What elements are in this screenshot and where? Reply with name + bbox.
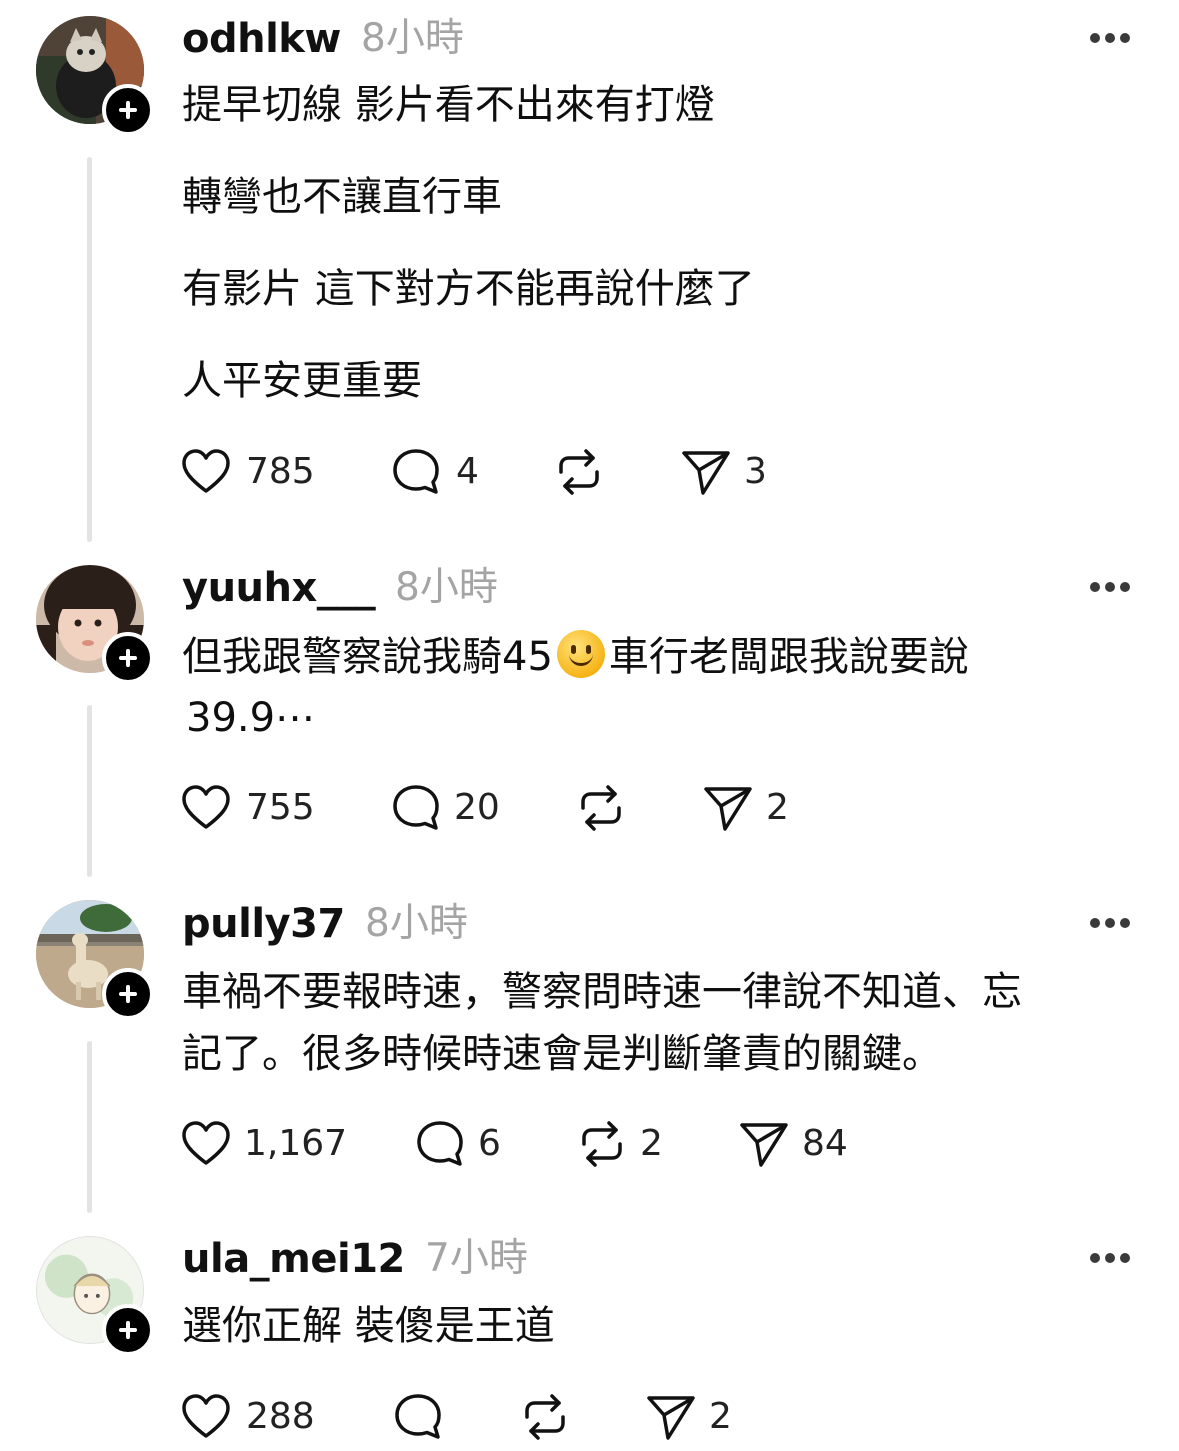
- more-options-icon[interactable]: [1090, 33, 1130, 43]
- username[interactable]: yuuhx___: [182, 563, 376, 613]
- post-text-line: 但我跟警察說我騎45 車行老闆跟我說要說: [182, 630, 969, 682]
- share-count: 84: [802, 1123, 848, 1164]
- like-count: 1,167: [244, 1123, 348, 1164]
- post-text-line: 39.9⋯: [186, 695, 316, 741]
- send-icon: [682, 451, 730, 495]
- send-icon: [740, 1123, 788, 1167]
- heart-icon: [182, 449, 230, 493]
- post-ula_mei12: ula_mei12 7小時 選你正解 裝傻是王道 288 2: [0, 1217, 1179, 1451]
- repost-button[interactable]: [553, 442, 613, 502]
- post-text-segment: 但我跟警察說我騎45: [182, 634, 553, 680]
- more-options-icon[interactable]: [1090, 918, 1130, 928]
- like-count: 755: [246, 787, 315, 828]
- post-text-line: 轉彎也不讓直行車: [182, 174, 502, 220]
- post-text-line: 有影片 這下對方不能再說什麼了: [182, 266, 755, 312]
- reply-button[interactable]: 6: [414, 1114, 514, 1174]
- comment-icon: [417, 1121, 463, 1166]
- share-button[interactable]: 84: [738, 1114, 858, 1174]
- comment-icon: [393, 449, 439, 494]
- follow-plus-icon[interactable]: [102, 632, 154, 684]
- share-count: 2: [766, 787, 789, 828]
- follow-plus-icon[interactable]: [102, 968, 154, 1020]
- username[interactable]: ula_mei12: [182, 1234, 405, 1284]
- reply-count: 4: [456, 451, 479, 492]
- action-bar: 1,167 6 2 84: [0, 1114, 1179, 1174]
- slightly-smiling-face-icon: [556, 630, 605, 678]
- action-bar: 755 20 2: [0, 778, 1179, 838]
- post-yuuhx: yuuhx___ 8小時 但我跟警察說我騎45 車行老闆跟我說要說 39.9⋯ 7…: [0, 545, 1179, 881]
- username[interactable]: pully37: [182, 899, 345, 949]
- share-count: 3: [744, 451, 767, 492]
- post-text-segment: 車行老闆跟我說要說: [608, 634, 969, 680]
- action-bar: 785 4 3: [0, 442, 1179, 502]
- post-time: 8小時: [361, 16, 464, 61]
- heart-icon: [182, 785, 230, 829]
- follow-plus-icon[interactable]: [102, 1304, 154, 1356]
- heart-icon: [182, 1121, 230, 1165]
- repost-icon: [581, 785, 621, 831]
- post-time: 7小時: [425, 1236, 528, 1281]
- share-count: 2: [709, 1396, 732, 1437]
- like-count: 785: [246, 451, 315, 492]
- comment-icon: [393, 785, 439, 830]
- repost-count: 2: [640, 1123, 663, 1164]
- like-count: 288: [246, 1396, 315, 1437]
- repost-icon: [525, 1394, 565, 1440]
- post-text-line: 人平安更重要: [182, 358, 422, 404]
- post-time: 8小時: [365, 901, 468, 946]
- like-button[interactable]: 1,167: [180, 1114, 350, 1174]
- post-text-line: 車禍不要報時速，警察問時速一律說不知道、忘: [182, 969, 1022, 1015]
- share-button[interactable]: 2: [702, 778, 802, 838]
- repost-button[interactable]: [519, 1387, 579, 1447]
- send-icon: [704, 787, 752, 831]
- heart-icon: [182, 1394, 230, 1438]
- action-bar: 288 2: [0, 1387, 1179, 1447]
- username[interactable]: odhlkw: [182, 14, 341, 64]
- post-odhlkw: odhlkw 8小時 提早切線 影片看不出來有打燈 轉彎也不讓直行車 有影片 這…: [0, 0, 1179, 545]
- send-icon: [647, 1396, 695, 1440]
- reply-button[interactable]: 4: [390, 442, 490, 502]
- repost-button[interactable]: [575, 778, 635, 838]
- more-options-icon[interactable]: [1090, 582, 1130, 592]
- more-options-icon[interactable]: [1090, 1253, 1130, 1263]
- reply-count: 20: [454, 787, 500, 828]
- reply-button[interactable]: [392, 1387, 452, 1447]
- like-button[interactable]: 785: [180, 442, 320, 502]
- like-button[interactable]: 755: [180, 778, 320, 838]
- reply-button[interactable]: 20: [390, 778, 510, 838]
- comment-icon: [395, 1394, 441, 1439]
- like-button[interactable]: 288: [180, 1387, 330, 1447]
- post-time: 8小時: [395, 565, 498, 610]
- post-text-line: 選你正解 裝傻是王道: [182, 1303, 555, 1349]
- repost-icon: [582, 1121, 622, 1167]
- share-button[interactable]: 2: [645, 1387, 745, 1447]
- share-button[interactable]: 3: [680, 442, 780, 502]
- post-text-line: 記了。很多時候時速會是判斷肇責的關鍵。: [182, 1031, 942, 1077]
- follow-plus-icon[interactable]: [102, 84, 154, 136]
- repost-button[interactable]: 2: [576, 1114, 676, 1174]
- repost-icon: [559, 449, 599, 495]
- post-pully37: pully37 8小時 車禍不要報時速，警察問時速一律說不知道、忘 記了。很多時…: [0, 881, 1179, 1217]
- reply-count: 6: [478, 1123, 501, 1164]
- post-text-line: 提早切線 影片看不出來有打燈: [182, 82, 715, 128]
